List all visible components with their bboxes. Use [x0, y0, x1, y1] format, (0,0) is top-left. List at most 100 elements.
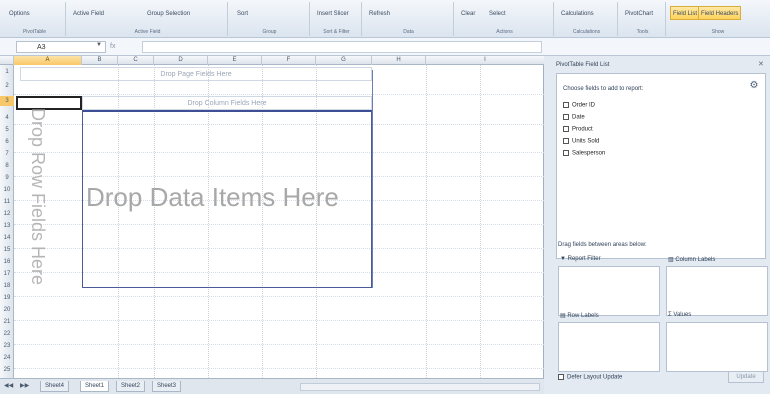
active-field-button[interactable]: Active Field: [70, 6, 107, 20]
row-header[interactable]: 18: [0, 281, 14, 291]
row-header[interactable]: 20: [0, 305, 14, 315]
checkbox-icon[interactable]: [563, 126, 569, 132]
ribbon: Options PivotTable Active Field Group Se…: [0, 0, 770, 38]
checkbox-icon[interactable]: [563, 150, 569, 156]
row-header[interactable]: 8: [0, 161, 14, 171]
sheet-tab[interactable]: Sheet3: [152, 381, 182, 392]
row-header[interactable]: 3: [0, 96, 14, 106]
ribbon-group-active-field: Active Field Group Selection Active Fiel…: [68, 2, 228, 36]
fx-icon[interactable]: fx: [110, 41, 140, 53]
sort-button[interactable]: Sort: [234, 6, 251, 20]
field-item[interactable]: Order ID: [563, 102, 595, 109]
report-filter-text: Report Filter: [567, 256, 601, 262]
report-filter-area[interactable]: [558, 266, 660, 316]
field-label: Date: [572, 114, 585, 121]
row-header[interactable]: 1: [0, 67, 14, 77]
row-header[interactable]: 6: [0, 137, 14, 147]
group-selection-button[interactable]: Group Selection: [144, 6, 193, 20]
row-header[interactable]: 16: [0, 257, 14, 267]
field-item[interactable]: Product: [563, 126, 593, 133]
chevron-down-icon[interactable]: ▼: [96, 42, 102, 48]
select-all-corner[interactable]: [0, 56, 14, 65]
drop-page-fields-area[interactable]: Drop Page Fields Here: [20, 67, 372, 81]
row-header[interactable]: 21: [0, 317, 14, 327]
checkbox-icon[interactable]: [563, 102, 569, 108]
row-header[interactable]: 5: [0, 125, 14, 135]
insert-slicer-button[interactable]: Insert Slicer: [314, 6, 352, 20]
options-button[interactable]: Options: [6, 6, 33, 20]
checkbox-icon[interactable]: [558, 374, 564, 380]
field-item[interactable]: Date: [563, 114, 585, 121]
row-header[interactable]: 15: [0, 245, 14, 255]
ribbon-group-tools: PivotChart Tools: [620, 2, 666, 36]
values-text: Values: [673, 312, 692, 318]
defer-layout-update[interactable]: Defer Layout Update: [558, 374, 622, 381]
pivotchart-button[interactable]: PivotChart: [622, 6, 656, 20]
row-header[interactable]: 25: [0, 365, 14, 375]
first-sheet-icon[interactable]: ◀◀: [4, 382, 13, 389]
column-header[interactable]: D: [154, 56, 208, 65]
field-list-button[interactable]: Field List: [670, 6, 701, 20]
row-header[interactable]: 2: [0, 81, 14, 91]
ribbon-group-group: Sort Group: [230, 2, 310, 36]
layout-options-icon[interactable]: ⚙: [747, 80, 761, 92]
name-box[interactable]: A3: [16, 41, 106, 53]
column-header[interactable]: F: [262, 56, 316, 65]
row-header[interactable]: 23: [0, 341, 14, 351]
sheet-tab[interactable]: Sheet1: [80, 381, 110, 392]
calculations-button[interactable]: Calculations: [558, 6, 597, 20]
column-header[interactable]: A: [14, 56, 82, 65]
select-button[interactable]: Select: [486, 6, 509, 20]
ribbon-group-label: Data: [403, 29, 414, 35]
column-header[interactable]: I: [426, 56, 544, 65]
row-labels-text: Row Labels: [567, 313, 599, 319]
drop-data-items-label: Drop Data Items Here: [86, 182, 339, 212]
values-area[interactable]: [666, 322, 768, 372]
field-item[interactable]: Units Sold: [563, 138, 599, 145]
sheet-tab[interactable]: Sheet2: [116, 381, 146, 392]
row-labels-area[interactable]: [558, 322, 660, 372]
formula-input[interactable]: [142, 41, 542, 53]
row-header[interactable]: 14: [0, 233, 14, 243]
row-header[interactable]: 22: [0, 329, 14, 339]
horizontal-scrollbar[interactable]: [300, 383, 540, 391]
row-header[interactable]: 13: [0, 221, 14, 231]
checkbox-icon[interactable]: [563, 138, 569, 144]
row-header[interactable]: 10: [0, 185, 14, 195]
drop-column-fields-area[interactable]: Drop Column Fields Here: [82, 96, 372, 110]
row-header[interactable]: 4: [0, 113, 14, 123]
row-header[interactable]: 24: [0, 353, 14, 363]
sheet-tab[interactable]: Sheet4: [40, 381, 70, 392]
update-button[interactable]: Update: [728, 371, 764, 383]
pivot-border: [372, 70, 373, 288]
column-header[interactable]: C: [118, 56, 154, 65]
column-header[interactable]: G: [316, 56, 372, 65]
column-header[interactable]: H: [372, 56, 426, 65]
close-icon[interactable]: ✕: [758, 60, 764, 68]
column-header[interactable]: B: [82, 56, 118, 65]
row-header[interactable]: 19: [0, 293, 14, 303]
row-header[interactable]: 7: [0, 149, 14, 159]
refresh-button[interactable]: Refresh: [366, 6, 393, 20]
active-cell[interactable]: [16, 96, 82, 110]
field-label: Salesperson: [572, 150, 606, 157]
column-header[interactable]: E: [208, 56, 262, 65]
row-header[interactable]: 11: [0, 197, 14, 207]
row-header[interactable]: 9: [0, 173, 14, 183]
row-header[interactable]: 12: [0, 209, 14, 219]
field-item[interactable]: Salesperson: [563, 150, 605, 157]
checkbox-icon[interactable]: [563, 114, 569, 120]
ribbon-group-actions: Clear Select Actions: [456, 2, 554, 36]
next-sheet-icon[interactable]: ▶▶: [20, 382, 29, 389]
ribbon-group-label: Actions: [496, 29, 513, 35]
field-headers-button[interactable]: Field Headers: [698, 6, 742, 20]
ribbon-group-pivottable: Options PivotTable: [4, 2, 66, 36]
clear-button[interactable]: Clear: [458, 6, 478, 20]
field-list-pane: PivotTable Field List ✕ Choose fields to…: [544, 56, 770, 394]
drop-row-fields-area[interactable]: [14, 110, 82, 288]
row-header[interactable]: 17: [0, 269, 14, 279]
gridline: [14, 320, 544, 321]
column-labels-area[interactable]: [666, 266, 768, 316]
worksheet[interactable]: A B C D E F G H I 1 2 3 4 5 6 7 8 9 10 1…: [0, 56, 544, 378]
gridline: [480, 65, 481, 378]
